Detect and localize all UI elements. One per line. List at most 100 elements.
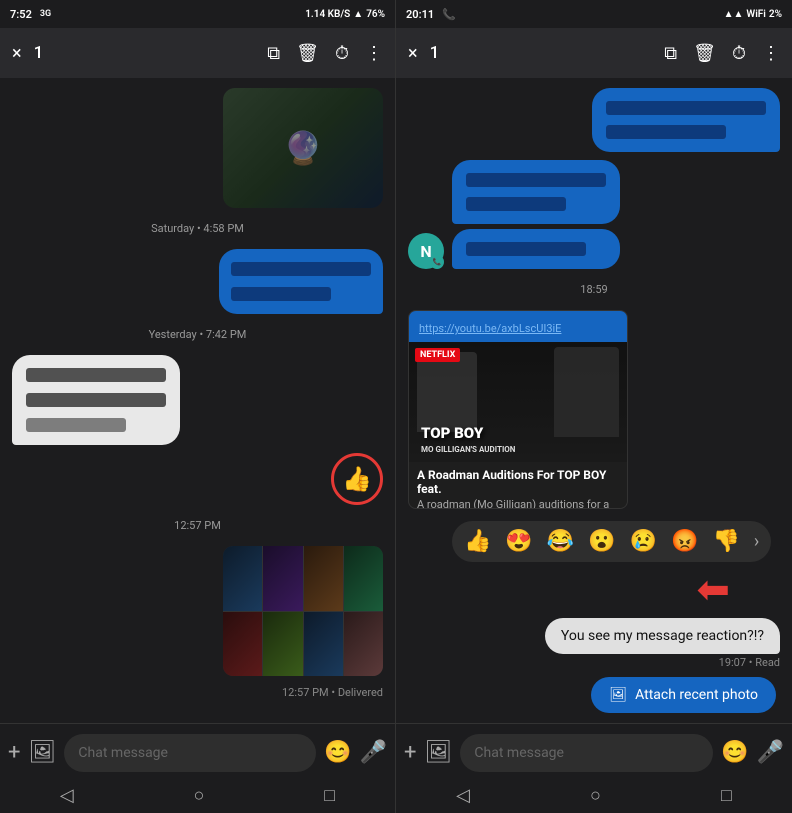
reaction-circle: 👍 — [331, 453, 383, 505]
right-phone-icon: 📞 — [442, 8, 456, 21]
signal-icon: 3G — [40, 9, 51, 19]
timestamp-yesterday: Yesterday • 7:42 PM — [12, 328, 383, 341]
reaction-message-container: You see my message reaction?!? 19:07 • R… — [545, 618, 780, 669]
recents-button[interactable]: □ — [324, 785, 335, 806]
timer-icon[interactable]: ⏱ — [335, 43, 349, 64]
card-7 — [304, 612, 343, 677]
reaction-message-text: You see my message reaction?!? — [561, 628, 764, 644]
youtube-link[interactable]: https://youtu.be/axbLscUI3iE — [419, 322, 561, 335]
left-emoji-icon[interactable]: 😊 — [324, 740, 351, 765]
redacted-bubble-1 — [219, 249, 383, 314]
right-chat-placeholder: Chat message — [474, 745, 564, 761]
image-message-1: 🔮 — [223, 88, 383, 208]
laugh-reaction[interactable]: 😂 — [547, 529, 574, 554]
wow-reaction[interactable]: 😮 — [588, 529, 615, 554]
back-button[interactable]: ◁ — [60, 785, 74, 806]
left-top-bar: × 1 ⧉ 🗑 ⏱ ⋮ — [0, 28, 395, 78]
right-timer-icon[interactable]: ⏱ — [732, 43, 746, 64]
left-panel: 7:52 3G 1.14 KB/S ▲ 76% × 1 ⧉ 🗑 ⏱ ⋮ 🔮 Sa… — [0, 0, 396, 813]
left-gallery-icon[interactable]: 🖼 — [28, 740, 56, 765]
card-5 — [223, 612, 262, 677]
right-time: 20:11 — [406, 8, 434, 21]
redacted-bar-4 — [26, 393, 166, 407]
right-copy-icon[interactable]: ⧉ — [664, 43, 677, 64]
reaction-wrapper: 👍 — [331, 453, 383, 505]
right-input-bar: + 🖼 Chat message 😊 🎤 — [396, 723, 792, 781]
card-2 — [263, 546, 302, 611]
left-top-actions: ⧉ 🗑 ⏱ ⋮ — [267, 43, 383, 64]
right-back-button[interactable]: ◁ — [456, 785, 470, 806]
redacted-bar-1 — [231, 262, 371, 276]
left-plus-icon[interactable]: + — [8, 740, 20, 765]
right-close-button[interactable]: × — [408, 43, 418, 64]
cards-grid-message — [223, 546, 383, 676]
avatar-badge: 📞 — [430, 255, 444, 269]
right-recents-button[interactable]: □ — [721, 785, 732, 806]
thumbs-up-reaction[interactable]: 👍 — [464, 529, 491, 554]
attach-recent-photo-button[interactable]: 🖼 Attach recent photo — [591, 677, 776, 713]
more-icon[interactable]: ⋮ — [365, 43, 383, 64]
r3 — [466, 173, 606, 187]
copy-icon[interactable]: ⧉ — [267, 43, 280, 64]
left-selected-count: 1 — [34, 43, 256, 63]
redacted-bubble-2 — [12, 355, 180, 445]
youtube-thumbnail: NETFLIX TOP BOY MO GILLIGAN'S AUDITION — [409, 342, 627, 462]
right-gallery-icon[interactable]: 🖼 — [424, 740, 452, 765]
redacted-bar-3 — [26, 368, 166, 382]
card-title: A Roadman Auditions For TOP BOY feat. — [409, 462, 627, 498]
left-close-button[interactable]: × — [12, 43, 22, 64]
left-nav-bar: ◁ ○ □ — [0, 781, 395, 813]
youtube-link-bar: https://youtu.be/axbLscUI3iE — [409, 311, 627, 342]
cry-reaction[interactable]: 😢 — [630, 529, 657, 554]
home-button[interactable]: ○ — [194, 785, 205, 806]
timestamp-1257: 12:57 PM — [12, 519, 383, 532]
redacted-bubble-left-1 — [452, 160, 620, 224]
left-time: 7:52 — [10, 8, 32, 21]
right-plus-icon[interactable]: + — [404, 740, 416, 765]
heart-eyes-reaction[interactable]: 😍 — [505, 529, 532, 554]
card-3 — [304, 546, 343, 611]
left-chat-placeholder: Chat message — [78, 745, 168, 761]
right-chat-input[interactable]: Chat message — [460, 734, 713, 772]
reaction-message-bubble: You see my message reaction?!? — [545, 618, 780, 654]
redacted-bar-2 — [231, 287, 331, 301]
left-chat-input[interactable]: Chat message — [64, 734, 316, 772]
card-8 — [344, 612, 383, 677]
r5 — [466, 242, 586, 256]
r4 — [466, 197, 566, 211]
angry-reaction[interactable]: 😡 — [671, 529, 698, 554]
timestamp-saturday: Saturday • 4:58 PM — [12, 222, 383, 235]
right-mic-icon[interactable]: 🎤 — [757, 740, 784, 765]
r1 — [606, 101, 766, 115]
redacted-bubble-left-2 — [452, 229, 620, 269]
youtube-card: https://youtu.be/axbLscUI3iE NETFLIX TOP… — [408, 310, 628, 509]
right-status-bar: 20:11 📞 ▲▲ WiFi 2% — [396, 0, 792, 28]
left-status-left: 7:52 3G — [10, 8, 51, 21]
right-more-icon[interactable]: ⋮ — [762, 43, 780, 64]
right-panel: 20:11 📞 ▲▲ WiFi 2% × 1 ⧉ 🗑 ⏱ ⋮ — [396, 0, 792, 813]
right-home-button[interactable]: ○ — [590, 785, 601, 806]
right-chat-area: N 📞 18:59 — [396, 78, 792, 723]
left-status-right: 1.14 KB/S ▲ 76% — [305, 9, 385, 20]
wifi-icon: ▲ — [353, 9, 363, 20]
thumbs-down-reaction[interactable]: 👎 — [712, 529, 739, 554]
card-6 — [263, 612, 302, 677]
left-mic-icon[interactable]: 🎤 — [360, 740, 387, 765]
right-status-left: 20:11 📞 — [406, 8, 456, 21]
msg-with-avatar: N 📞 — [408, 160, 620, 269]
right-top-bar: × 1 ⧉ 🗑 ⏱ ⋮ — [396, 28, 792, 78]
right-emoji-icon[interactable]: 😊 — [721, 740, 748, 765]
card-4 — [344, 546, 383, 611]
trash-icon[interactable]: 🗑 — [296, 43, 319, 64]
right-signal: ▲▲ — [724, 9, 744, 20]
r2 — [606, 125, 726, 139]
top-boy-subtitle: MO GILLIGAN'S AUDITION — [413, 445, 523, 458]
top-boy-info: TOP BOY MO GILLIGAN'S AUDITION — [409, 421, 523, 463]
more-reactions[interactable]: › — [754, 531, 759, 552]
image-attach-icon: 🖼 — [609, 687, 627, 703]
redacted-bar-5 — [26, 418, 126, 432]
avatar: N 📞 — [408, 233, 444, 269]
right-trash-icon[interactable]: 🗑 — [693, 43, 716, 64]
right-status-right: ▲▲ WiFi 2% — [724, 9, 782, 20]
right-battery: 2% — [769, 9, 782, 20]
